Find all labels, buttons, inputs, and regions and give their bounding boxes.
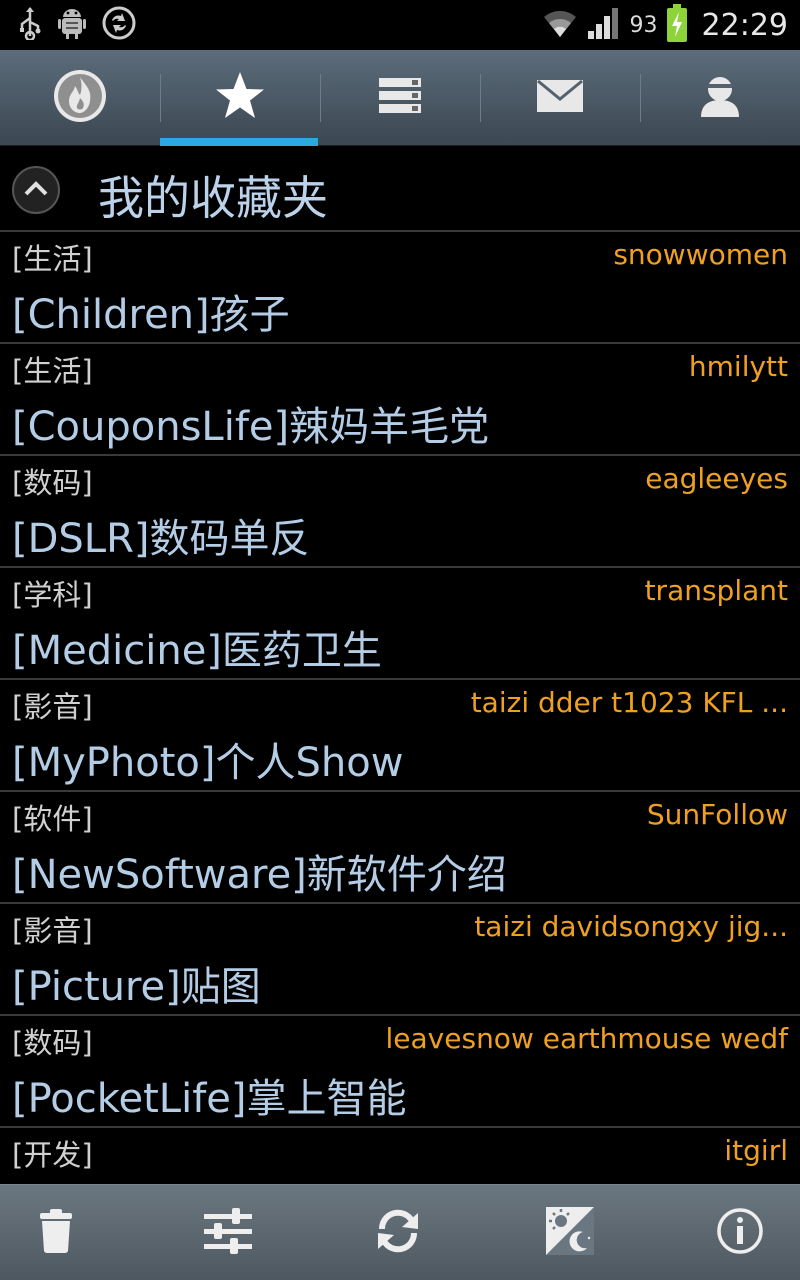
tab-favorites[interactable] (160, 50, 320, 146)
settings-button[interactable] (148, 1185, 308, 1280)
board-category: [软件] (12, 802, 93, 836)
board-moderators: SunFollow (646, 798, 788, 831)
info-icon (716, 1207, 764, 1259)
list-icon (378, 76, 422, 120)
board-category: [影音] (12, 914, 93, 948)
list-item[interactable]: [开发] itgirl (0, 1128, 800, 1184)
board-name: [NewSoftware]新软件介绍 (12, 852, 507, 898)
board-moderators: eagleeyes (645, 462, 788, 495)
list-item[interactable]: [数码] eagleeyes [DSLR]数码单反 (0, 456, 800, 568)
android-debug-icon (56, 6, 88, 44)
list-item[interactable]: [学科] transplant [Medicine]医药卫生 (0, 568, 800, 680)
collapse-button[interactable] (12, 166, 60, 214)
battery-percent: 93 (629, 12, 658, 38)
clock: 22:29 (701, 7, 788, 43)
list-item[interactable]: [影音] taizi dder t1023 KFL ... [MyPhoto]个… (0, 680, 800, 792)
board-moderators: taizi dder t1023 KFL ... (470, 686, 788, 719)
status-bar: 93 22:29 (0, 0, 800, 50)
board-category: [生活] (12, 242, 93, 276)
board-name: [MyPhoto]个人Show (12, 740, 404, 786)
board-category: [数码] (12, 466, 93, 500)
day-night-button[interactable] (490, 1185, 650, 1280)
tab-mail[interactable] (480, 50, 640, 146)
day-night-icon (545, 1206, 595, 1260)
list-item[interactable]: [影音] taizi davidsongxy jig... [Picture]贴… (0, 904, 800, 1016)
signal-icon (586, 5, 622, 45)
board-moderators: leavesnow earthmouse wedf (385, 1022, 788, 1055)
refresh-icon (374, 1207, 422, 1259)
trash-icon (38, 1208, 74, 1258)
user-icon (698, 74, 742, 122)
list-item[interactable]: [数码] leavesnow earthmouse wedf [PocketLi… (0, 1016, 800, 1128)
star-icon (212, 68, 268, 128)
flame-icon (52, 68, 108, 128)
tab-boards[interactable] (320, 50, 480, 146)
usb-icon (18, 6, 42, 44)
board-category: [影音] (12, 690, 93, 724)
board-name: [Picture]贴图 (12, 964, 261, 1010)
board-name: [Medicine]医药卫生 (12, 628, 382, 674)
board-category: [生活] (12, 354, 93, 388)
board-moderators: itgirl (724, 1134, 788, 1167)
list-item[interactable]: [软件] SunFollow [NewSoftware]新软件介绍 (0, 792, 800, 904)
board-category: [开发] (12, 1138, 93, 1172)
board-moderators: transplant (644, 574, 788, 607)
board-name: [Children]孩子 (12, 292, 290, 338)
main-tab-bar (0, 50, 800, 146)
board-category: [学科] (12, 578, 93, 612)
board-name: [DSLR]数码单反 (12, 516, 310, 562)
board-moderators: hmilytt (688, 350, 788, 383)
section-title: 我的收藏夹 (98, 171, 328, 225)
favorites-list: [生活] snowwomen [Children]孩子 [生活] hmilytt… (0, 232, 800, 1184)
refresh-button[interactable] (318, 1185, 478, 1280)
bottom-toolbar (0, 1184, 800, 1280)
board-name: [CouponsLife]辣妈羊毛党 (12, 404, 490, 450)
chevron-up-icon (23, 179, 49, 201)
about-button[interactable] (660, 1185, 800, 1280)
board-category: [数码] (12, 1026, 93, 1060)
list-item[interactable]: [生活] hmilytt [CouponsLife]辣妈羊毛党 (0, 344, 800, 456)
board-name: [PocketLife]掌上智能 (12, 1076, 407, 1122)
active-tab-indicator (160, 138, 318, 146)
list-item[interactable]: [生活] snowwomen [Children]孩子 (0, 232, 800, 344)
favorites-header: 我的收藏夹 (0, 146, 800, 232)
wifi-icon (542, 5, 578, 45)
sliders-icon (202, 1207, 254, 1259)
mail-icon (536, 78, 584, 118)
tab-profile[interactable] (640, 50, 800, 146)
board-moderators: taizi davidsongxy jig... (474, 910, 788, 943)
tab-hot[interactable] (0, 50, 160, 146)
delete-button[interactable] (0, 1185, 136, 1280)
board-moderators: snowwomen (613, 238, 788, 271)
battery-charging-icon (666, 3, 688, 47)
sync-icon (102, 6, 136, 44)
